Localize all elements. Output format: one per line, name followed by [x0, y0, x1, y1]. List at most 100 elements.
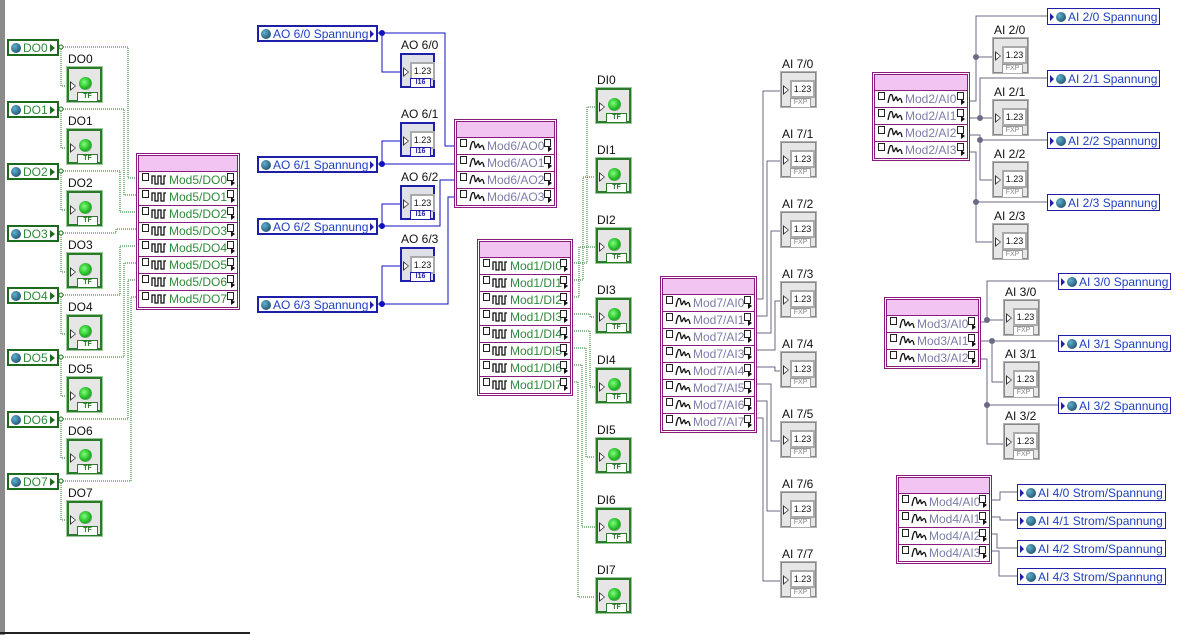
- global-ai3-0[interactable]: AI 3/0 Spannung: [1058, 273, 1172, 290]
- indicator-ai2-2[interactable]: 1.23 FXP: [992, 161, 1029, 198]
- wire[interactable]: [572, 330, 597, 388]
- indicator-di7[interactable]: TF: [595, 577, 632, 614]
- global-ai2-1[interactable]: AI 2/1 Spannung: [1047, 70, 1161, 87]
- cluster-element[interactable]: Mod5/DO0: [139, 172, 237, 189]
- cluster-element[interactable]: Mod1/DI1: [480, 275, 570, 292]
- cluster-element[interactable]: Mod5/DO2: [139, 206, 237, 223]
- wire[interactable]: [381, 33, 400, 73]
- cluster-element[interactable]: Mod6/AO2: [457, 172, 554, 189]
- cluster-mod1[interactable]: Mod1/DI0 Mod1/DI1 Mod1/DI2 Mod1/DI3 Mod1/DI4…: [477, 239, 573, 396]
- cluster-element[interactable]: Mod5/DO5: [139, 257, 237, 274]
- cluster-element[interactable]: Mod6/AO3: [457, 189, 554, 205]
- indicator-do3[interactable]: TF: [66, 252, 103, 289]
- indicator-do4[interactable]: TF: [66, 314, 103, 351]
- global-do1[interactable]: DO1: [7, 101, 59, 118]
- cluster-element[interactable]: Mod2/AI1: [875, 108, 967, 125]
- global-ao6-1[interactable]: AO 6/1 Spannung: [257, 156, 379, 173]
- global-do3[interactable]: DO3: [7, 225, 59, 242]
- wire[interactable]: [572, 347, 597, 458]
- indicator-ai2-0[interactable]: 1.23 FXP: [992, 37, 1029, 74]
- cluster-element[interactable]: Mod1/DI6: [480, 360, 570, 377]
- cluster-element[interactable]: Mod2/AI2: [875, 125, 967, 142]
- indicator-do6[interactable]: TF: [66, 438, 103, 475]
- cluster-element[interactable]: Mod1/DI7: [480, 377, 570, 393]
- cluster-element[interactable]: Mod4/AI3: [899, 545, 989, 561]
- cluster-element[interactable]: Mod5/DO6: [139, 274, 237, 291]
- cluster-element[interactable]: Mod4/AI0: [899, 494, 989, 511]
- indicator-di5[interactable]: TF: [595, 437, 632, 474]
- cluster-element[interactable]: Mod3/AI0: [887, 316, 978, 333]
- cluster-mod5[interactable]: Mod5/DO0 Mod5/DO1 Mod5/DO2 Mod5/DO3 Mod5/DO4…: [136, 153, 240, 310]
- wire[interactable]: [991, 533, 1019, 549]
- wire[interactable]: [756, 300, 782, 351]
- indicator-di2[interactable]: TF: [595, 227, 632, 264]
- cluster-element[interactable]: Mod5/DO4: [139, 240, 237, 257]
- cluster-mod3[interactable]: Mod3/AI0 Mod3/AI1 Mod3/AI2: [884, 297, 981, 369]
- wire[interactable]: [572, 246, 597, 298]
- wire[interactable]: [381, 203, 400, 226]
- indicator-ao6-2[interactable]: 1.23 I16: [400, 185, 435, 220]
- indicator-di1[interactable]: TF: [595, 157, 632, 194]
- wire[interactable]: [572, 381, 597, 598]
- cluster-element[interactable]: Mod7/AI3: [663, 346, 754, 363]
- indicator-di0[interactable]: TF: [595, 87, 632, 124]
- cluster-element[interactable]: Mod7/AI5: [663, 380, 754, 397]
- global-ai2-0[interactable]: AI 2/0 Spannung: [1047, 8, 1161, 25]
- indicator-di4[interactable]: TF: [595, 367, 632, 404]
- indicator-ai7-4[interactable]: 1.23 FXP: [780, 351, 817, 388]
- cluster-element[interactable]: Mod7/AI2: [663, 329, 754, 346]
- indicator-ai7-2[interactable]: 1.23 FXP: [780, 211, 817, 248]
- wire[interactable]: [756, 90, 782, 300]
- cluster-mod7[interactable]: Mod7/AI0 Mod7/AI1 Mod7/AI2 Mod7/AI3 Mod7/AI4…: [660, 276, 757, 433]
- cluster-element[interactable]: Mod6/AO1: [457, 155, 554, 172]
- wire[interactable]: [572, 176, 597, 281]
- indicator-ai7-7[interactable]: 1.23 FXP: [780, 561, 817, 598]
- indicator-do7[interactable]: TF: [66, 500, 103, 537]
- indicator-ai7-0[interactable]: 1.23 FXP: [780, 71, 817, 108]
- global-do6[interactable]: DO6: [7, 411, 59, 428]
- indicator-ai7-1[interactable]: 1.23 FXP: [780, 141, 817, 178]
- cluster-element[interactable]: Mod1/DI2: [480, 292, 570, 309]
- cluster-element[interactable]: Mod1/DI4: [480, 326, 570, 343]
- cluster-element[interactable]: Mod7/AI0: [663, 295, 754, 312]
- wire[interactable]: [572, 313, 597, 318]
- cluster-element[interactable]: Mod4/AI2: [899, 528, 989, 545]
- indicator-do1[interactable]: TF: [66, 128, 103, 165]
- global-do2[interactable]: DO2: [7, 163, 59, 180]
- wire[interactable]: [986, 405, 1005, 445]
- wire[interactable]: [381, 265, 400, 304]
- wire[interactable]: [756, 383, 782, 442]
- cluster-element[interactable]: Mod1/DI0: [480, 258, 570, 275]
- global-do4[interactable]: DO4: [7, 287, 59, 304]
- cluster-element[interactable]: Mod3/AI2: [887, 350, 978, 366]
- wire[interactable]: [756, 160, 782, 317]
- global-ai2-2[interactable]: AI 2/2 Spannung: [1047, 132, 1161, 149]
- indicator-do2[interactable]: TF: [66, 190, 103, 227]
- indicator-ai7-3[interactable]: 1.23 FXP: [780, 281, 817, 318]
- global-ao6-0[interactable]: AO 6/0 Spannung: [257, 25, 379, 42]
- wire[interactable]: [572, 364, 597, 528]
- indicator-ai3-1[interactable]: 1.23 FXP: [1003, 361, 1040, 398]
- wire[interactable]: [979, 140, 994, 181]
- indicator-ao6-3[interactable]: 1.23 I16: [400, 247, 435, 282]
- wire[interactable]: [756, 366, 782, 372]
- cluster-element[interactable]: Mod6/AO0: [457, 138, 554, 155]
- cluster-mod2[interactable]: Mod2/AI0 Mod2/AI1 Mod2/AI2 Mod2/AI3: [872, 72, 970, 161]
- cluster-element[interactable]: Mod1/DI5: [480, 343, 570, 360]
- cluster-element[interactable]: Mod5/DO7: [139, 291, 237, 307]
- cluster-element[interactable]: Mod7/AI7: [663, 414, 754, 430]
- global-ai4-0[interactable]: AI 4/0 Strom/Spannung: [1017, 484, 1166, 501]
- indicator-ai7-5[interactable]: 1.23 FXP: [780, 421, 817, 458]
- indicator-ao6-0[interactable]: 1.23 I16: [400, 53, 435, 88]
- indicator-do5[interactable]: TF: [66, 376, 103, 413]
- global-ai2-3[interactable]: AI 2/3 Spannung: [1047, 194, 1161, 211]
- wire[interactable]: [756, 230, 782, 334]
- indicator-ai3-2[interactable]: 1.23 FXP: [1003, 423, 1040, 460]
- cluster-element[interactable]: Mod1/DI3: [480, 309, 570, 326]
- cluster-element[interactable]: Mod4/AI1: [899, 511, 989, 528]
- global-do7[interactable]: DO7: [7, 473, 59, 490]
- wire[interactable]: [572, 106, 597, 264]
- indicator-do0[interactable]: TF: [66, 66, 103, 103]
- cluster-element[interactable]: Mod2/AI0: [875, 91, 967, 108]
- wire[interactable]: [57, 228, 138, 234]
